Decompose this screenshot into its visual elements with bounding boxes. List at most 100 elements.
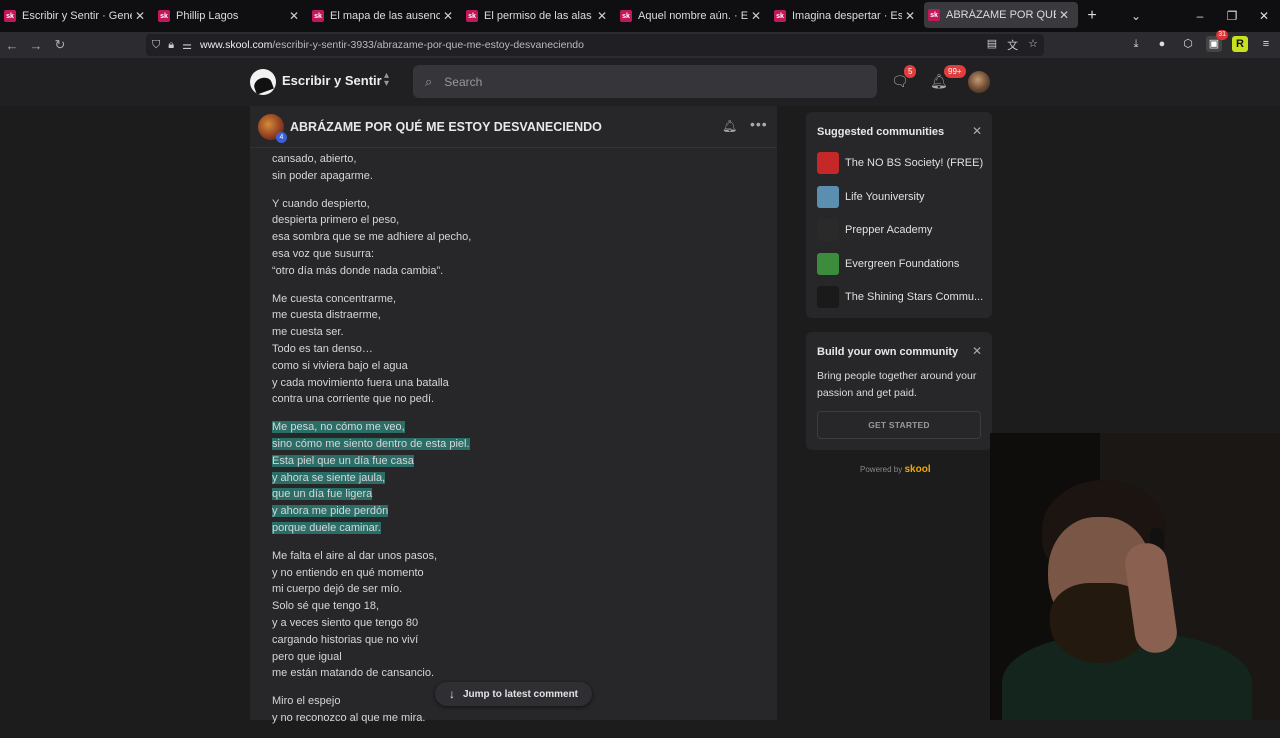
extension-badge-icon[interactable]: ▣ 31: [1206, 30, 1228, 52]
community-name: The NO BS Society! (FREE): [845, 157, 984, 169]
new-tab-button[interactable]: +: [1078, 7, 1106, 25]
community-item[interactable]: Life Youniversity: [817, 185, 925, 208]
search-icon: ⌕: [425, 73, 433, 89]
bookmark-star-icon[interactable]: ☆: [1028, 37, 1038, 53]
back-icon[interactable]: ←: [0, 38, 24, 53]
url-bar[interactable]: ⛉ 🔒︎ ⚌ www.skool.com/escribir-y-sentir-3…: [146, 34, 1044, 56]
community-item[interactable]: The Shining Stars Commu...: [817, 286, 983, 308]
tab-list-menu-icon[interactable]: ⌄: [1126, 9, 1146, 23]
site-header: Escribir y Sentir ▴▾ ⌕ 🗨︎ 5 🔔︎ 99+: [0, 58, 1280, 106]
follow-bell-icon[interactable]: 🔔︎: [722, 119, 737, 133]
community-name: Prepper Academy: [845, 224, 933, 236]
browser-tab[interactable]: sk Phillip Lagos ✕: [154, 0, 308, 32]
post-body: cansado, abierto, sin poder apagarme. Y cu…: [272, 151, 752, 738]
skool-favicon-icon: sk: [774, 10, 786, 22]
close-tab-icon[interactable]: ✕: [748, 9, 764, 23]
poem-line: me cuesta ser.: [272, 324, 752, 341]
poem-line: porque duele caminar.: [272, 520, 752, 537]
browser-tab[interactable]: sk El mapa de las ausencias I - Escri✕: [308, 0, 462, 32]
poem-line: y ahora se siente jaula,: [272, 470, 752, 487]
close-tab-icon[interactable]: ✕: [132, 9, 148, 23]
minimize-icon[interactable]: –: [1184, 0, 1216, 32]
get-started-button[interactable]: GET STARTED: [817, 411, 981, 439]
browser-tab[interactable]: sk Aquel nombre aún. · Escribir y S✕: [616, 0, 770, 32]
skool-favicon-icon: sk: [158, 10, 170, 22]
close-tab-icon[interactable]: ✕: [440, 9, 456, 23]
reload-icon[interactable]: ↻: [48, 37, 72, 53]
poem-line-text: Miro el espejo: [272, 695, 341, 708]
poem-line-text: cargando historias que no viví: [272, 633, 419, 646]
search-box[interactable]: ⌕: [413, 65, 877, 98]
poem-line: como si viviera bajo el agua: [272, 358, 752, 375]
build-community-card: Build your own community ✕ Bring people …: [806, 332, 992, 450]
poem-line-text: cansado, abierto,: [272, 153, 357, 165]
suggested-title: Suggested communities: [817, 126, 945, 138]
chat-badge: 5: [904, 65, 917, 78]
poem-line-text: como si viviera bajo el agua: [272, 359, 408, 372]
community-item[interactable]: The NO BS Society! (FREE): [817, 152, 983, 174]
jump-to-latest-comment-button[interactable]: ↓ Jump to latest comment: [435, 682, 592, 706]
close-tab-icon[interactable]: ✕: [902, 9, 918, 23]
browser-tab[interactable]: sk El permiso de las alas que amé.✕: [462, 0, 616, 32]
highlighted-stanza: Me pesa, no cómo me veo, sino cómo me sie…: [272, 419, 752, 537]
author-avatar[interactable]: 4: [258, 113, 287, 143]
stanza: Me cuesta concentrarme, me cuesta distrae…: [272, 291, 752, 409]
account-icon[interactable]: ●: [1154, 36, 1170, 52]
url-text[interactable]: www.skool.com/escribir-y-sentir-3933/abr…: [200, 39, 584, 51]
close-tab-icon[interactable]: ✕: [286, 9, 302, 23]
community-item[interactable]: Evergreen Foundations: [817, 252, 959, 275]
shield-icon[interactable]: ⛉: [152, 39, 160, 52]
post-title: ABRÁZAME POR QUÉ ME ESTOY DESVANECIENDO: [290, 119, 602, 134]
poem-line: Todo es tan denso…: [272, 341, 752, 358]
search-input[interactable]: [444, 74, 845, 89]
poem-line: y cada movimiento fuera una batalla: [272, 375, 752, 392]
poem-line-text: Todo es tan denso…: [272, 342, 373, 355]
user-avatar[interactable]: [968, 71, 990, 93]
tab-title: El mapa de las ausencias I - Escri: [330, 10, 440, 22]
jump-label: Jump to latest comment: [462, 688, 579, 700]
close-icon[interactable]: ✕: [972, 124, 982, 138]
tab-title: El permiso de las alas que amé.: [484, 10, 594, 22]
poem-line: Me falta el aire al dar unos pasos,: [272, 548, 752, 565]
downloads-icon[interactable]: ⤓: [1128, 36, 1144, 52]
build-title: Build your own community: [817, 346, 959, 358]
powered-by[interactable]: Powered by skool: [860, 464, 931, 475]
close-tab-icon[interactable]: ✕: [1056, 8, 1072, 22]
poem-line: y ahora me pide perdón: [272, 503, 752, 520]
extension-r-icon[interactable]: R: [1232, 36, 1248, 52]
community-logo[interactable]: [250, 69, 276, 95]
more-options-icon[interactable]: •••: [750, 116, 768, 132]
poem-line-text: porque duele caminar.: [272, 521, 381, 534]
close-tab-icon[interactable]: ✕: [594, 9, 610, 23]
extensions-icon[interactable]: ⬡: [1180, 36, 1196, 52]
poem-line: pero que igual: [272, 649, 752, 666]
close-window-icon[interactable]: ✕: [1248, 0, 1280, 32]
poem-line: Me pesa, no cómo me veo,: [272, 419, 752, 436]
poem-line-text: y no entiendo en qué momento: [272, 566, 424, 579]
skool-favicon-icon: sk: [620, 10, 632, 22]
poem-line: me cuesta distraerme,: [272, 307, 752, 324]
translate-icon[interactable]: 文: [1007, 37, 1018, 53]
community-switcher-icon[interactable]: ▴ ▾: [384, 71, 389, 89]
poem-line-text: “otro día más donde nada cambia”.: [272, 264, 444, 277]
poem-line: sin poder apagarme.: [272, 168, 752, 185]
close-icon[interactable]: ✕: [972, 344, 982, 358]
community-thumbnail: [817, 252, 839, 275]
poem-line: y no entiendo en qué momento: [272, 565, 752, 582]
browser-tab-strip: skEscribir y Sentir · General✕skPhillip …: [0, 0, 1280, 32]
site-permissions-icon[interactable]: ⚌: [182, 39, 192, 52]
restore-icon[interactable]: ❐: [1216, 0, 1248, 32]
reader-view-icon[interactable]: ▤: [987, 37, 997, 53]
forward-icon[interactable]: →: [24, 38, 48, 53]
menu-icon[interactable]: ≡: [1258, 36, 1274, 52]
tab-title: Escribir y Sentir · General: [22, 10, 132, 22]
community-name[interactable]: Escribir y Sentir: [282, 73, 382, 88]
browser-tab[interactable]: sk Imagina despertar · Escribir y Se✕: [770, 0, 924, 32]
webcam-overlay: [990, 433, 1280, 720]
lock-icon[interactable]: 🔒︎: [168, 39, 174, 52]
browser-tab[interactable]: sk ABRÁZAME POR QUÉ ME ESTO✕: [924, 2, 1078, 28]
poem-line-text: Me pesa, no cómo me veo,: [272, 421, 405, 434]
notification-badge: 99+: [944, 65, 966, 78]
browser-tab[interactable]: sk Escribir y Sentir · General✕: [0, 0, 154, 32]
community-item[interactable]: Prepper Academy: [817, 219, 932, 241]
